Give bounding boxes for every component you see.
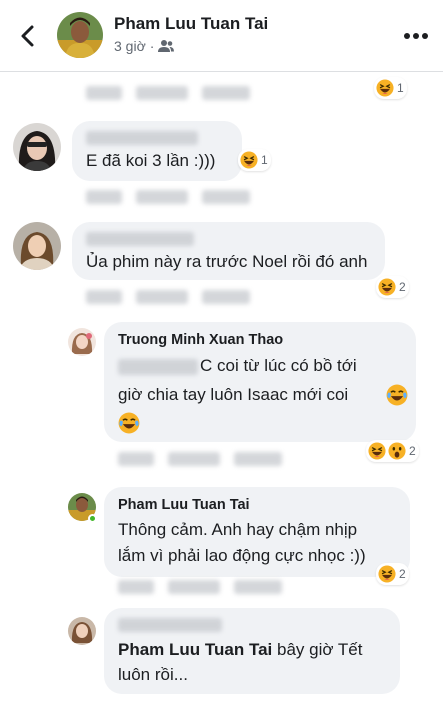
post-meta: 3 giờ · — [114, 38, 175, 54]
reaction-count: 2 — [399, 567, 406, 581]
reply-actions-blurred — [118, 580, 282, 594]
author-name[interactable]: Pham Luu Tuan Tai — [114, 14, 268, 34]
friends-icon — [158, 40, 175, 52]
reply-author-blurred — [118, 618, 222, 632]
more-options-button[interactable] — [403, 26, 429, 46]
comment-actions-blurred — [86, 290, 250, 304]
reaction-count: 2 — [399, 280, 406, 294]
comment-bubble[interactable]: E đã koi 3 lần :))) — [72, 121, 242, 181]
comment-actions-blurred — [86, 190, 250, 204]
reply-actions-blurred — [118, 452, 282, 466]
reaction-summary[interactable]: 2 — [366, 440, 419, 462]
reaction-count: 1 — [397, 81, 404, 95]
wow-emoji — [388, 442, 406, 460]
author-avatar[interactable] — [57, 12, 103, 58]
reaction-count: 1 — [261, 153, 268, 167]
reaction-summary[interactable]: 1 — [374, 77, 407, 99]
crying-laughing-emoji — [386, 384, 408, 406]
reply-bubble[interactable]: Truong Minh Xuan Thao C coi từ lúc có bồ… — [104, 322, 416, 442]
mention-link[interactable]: Pham Luu Tuan Tai — [118, 640, 272, 659]
reply-text-line2: giờ chia tay luôn Isaac mới coi — [118, 385, 349, 404]
reaction-summary[interactable]: 1 — [238, 149, 271, 171]
online-status-dot — [88, 514, 97, 523]
crying-laughing-emoji — [118, 412, 140, 434]
comment-author-blurred — [86, 131, 198, 145]
comment-author-blurred — [86, 232, 194, 246]
reply-avatar[interactable] — [68, 328, 96, 356]
comment-actions-blurred — [86, 86, 250, 100]
haha-emoji — [378, 565, 396, 583]
comment-bubble[interactable]: Ủa phim này ra trước Noel rồi đó anh — [72, 222, 385, 280]
commenter-avatar[interactable] — [13, 222, 61, 270]
mention-blurred — [118, 359, 198, 375]
meta-dot: · — [149, 38, 155, 54]
comment-text: Ủa phim này ra trước Noel rồi đó anh — [86, 252, 368, 271]
reply-bubble[interactable]: Pham Luu Tuan Tai bây giờ Tết luôn rồi..… — [104, 608, 400, 694]
haha-emoji — [240, 151, 258, 169]
haha-emoji — [378, 278, 396, 296]
reply-bubble[interactable]: Pham Luu Tuan Tai Thông cảm. Anh hay chậ… — [104, 487, 410, 577]
comment-text: E đã koi 3 lần :))) — [86, 151, 216, 170]
reply-text-line2: lắm vì phải lao động cực nhọc :)) — [118, 546, 366, 565]
back-button[interactable] — [14, 22, 42, 50]
reaction-summary[interactable]: 2 — [376, 563, 409, 585]
commenter-avatar[interactable] — [13, 123, 61, 171]
more-icon — [404, 33, 410, 39]
haha-emoji — [376, 79, 394, 97]
reply-text-line2: luôn rồi... — [118, 665, 188, 684]
reply-text-line1: C coi từ lúc có bồ tới — [200, 356, 357, 375]
back-icon — [21, 25, 34, 47]
post-header: Pham Luu Tuan Tai 3 giờ · — [0, 0, 443, 72]
post-time[interactable]: 3 giờ — [114, 38, 146, 54]
reply-author[interactable]: Pham Luu Tuan Tai — [118, 497, 250, 513]
reaction-count: 2 — [409, 444, 416, 458]
haha-emoji — [368, 442, 386, 460]
reaction-summary[interactable]: 2 — [376, 276, 409, 298]
reply-author[interactable]: Truong Minh Xuan Thao — [118, 332, 283, 348]
reply-avatar[interactable] — [68, 617, 96, 645]
reply-text-line1: Pham Luu Tuan Tai bây giờ Tết — [118, 640, 363, 659]
reply-text-line1: Thông cảm. Anh hay chậm nhịp — [118, 520, 358, 539]
